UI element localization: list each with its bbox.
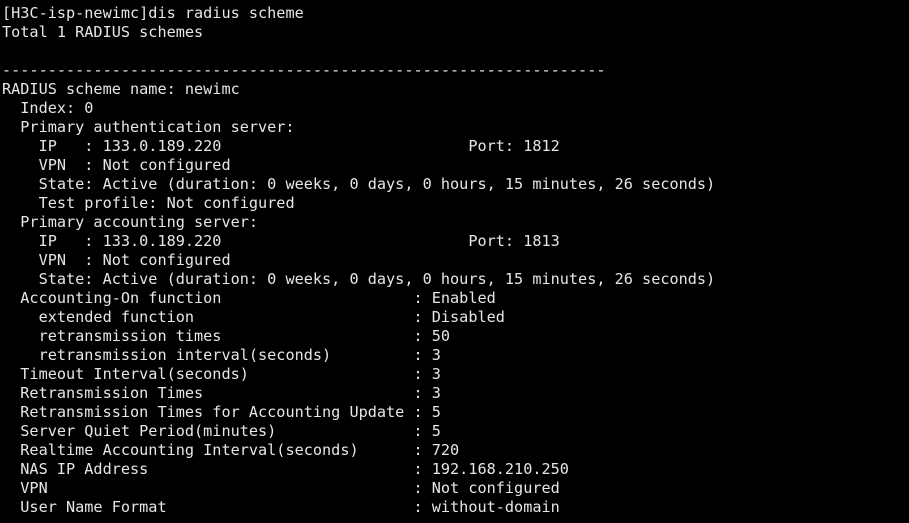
auth-server-ip-line: IP : 133.0.189.220 Port: 1812 (2, 137, 560, 155)
primary-auth-server-heading: Primary authentication server: (2, 118, 295, 136)
retransmission-interval-line: retransmission interval(seconds) : 3 (2, 346, 441, 364)
retransmission-times-line: retransmission times : 50 (2, 327, 451, 345)
auth-server-state-line: State: Active (duration: 0 weeks, 0 days… (2, 175, 716, 193)
timeout-interval-line: Timeout Interval(seconds) : 3 (2, 365, 441, 383)
accounting-on-line: Accounting-On function : Enabled (2, 289, 496, 307)
index-line: Index: 0 (2, 99, 94, 117)
separator-line: ----------------------------------------… (2, 61, 606, 79)
terminal-window[interactable]: [H3C-isp-newimc]dis radius scheme Total … (0, 0, 909, 523)
primary-acct-server-heading: Primary accounting server: (2, 213, 259, 231)
output-total-schemes: Total 1 RADIUS schemes (2, 23, 204, 41)
vpn-line: VPN : Not configured (2, 479, 560, 497)
auth-server-vpn-line: VPN : Not configured (2, 156, 231, 174)
acct-server-ip-line: IP : 133.0.189.220 Port: 1813 (2, 232, 560, 250)
retransmission-times-global-line: Retransmission Times : 3 (2, 384, 441, 402)
nas-ip-address-line: NAS IP Address : 192.168.210.250 (2, 460, 569, 478)
acct-server-vpn-line: VPN : Not configured (2, 251, 231, 269)
scheme-name-line: RADIUS scheme name: newimc (2, 80, 240, 98)
extended-function-line: extended function : Disabled (2, 308, 505, 326)
acct-server-state-line: State: Active (duration: 0 weeks, 0 days… (2, 270, 716, 288)
command-line: [H3C-isp-newimc]dis radius scheme (2, 4, 304, 22)
server-quiet-period-line: Server Quiet Period(minutes) : 5 (2, 422, 441, 440)
auth-server-test-profile-line: Test profile: Not configured (2, 194, 295, 212)
retransmission-acct-update-line: Retransmission Times for Accounting Upda… (2, 403, 441, 421)
user-name-format-line: User Name Format : without-domain (2, 498, 560, 516)
realtime-acct-interval-line: Realtime Accounting Interval(seconds) : … (2, 441, 460, 459)
